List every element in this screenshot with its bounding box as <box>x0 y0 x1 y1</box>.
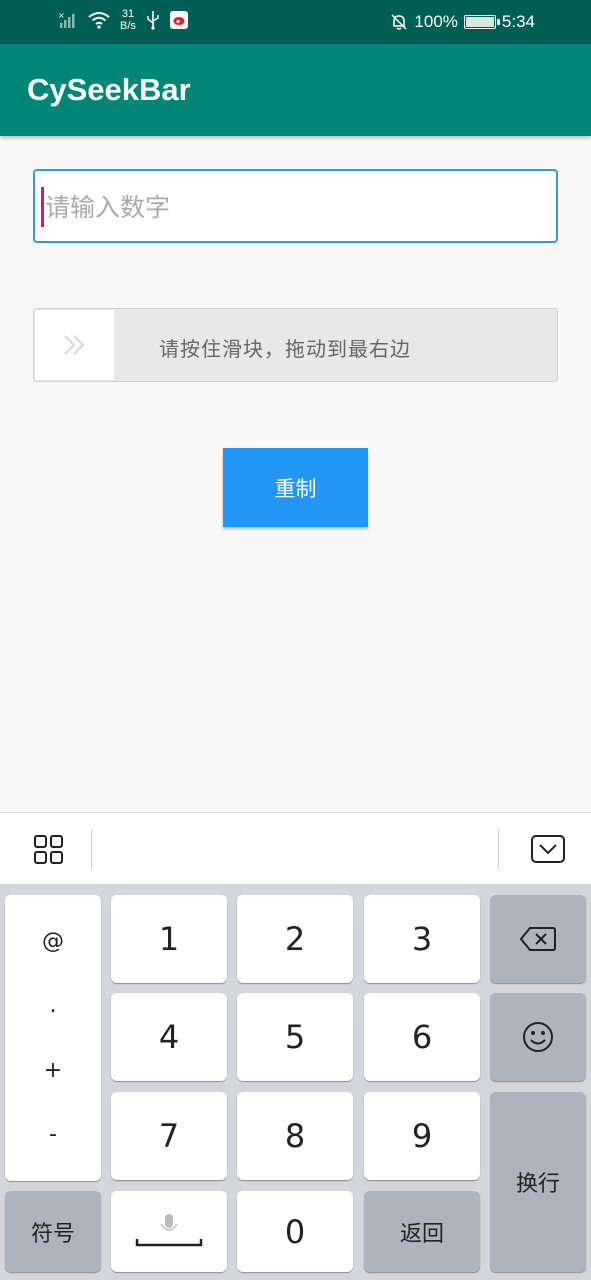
svg-text:×: × <box>58 11 65 20</box>
numeric-keyboard: @ . + - 1 2 3 4 5 6 7 8 9 换行 符号 0 返回 <box>0 884 591 1280</box>
symbol-column-key[interactable]: @ . + - <box>5 895 101 1181</box>
key-7[interactable]: 7 <box>111 1092 227 1180</box>
slider-thumb[interactable] <box>35 310 114 380</box>
key-2[interactable]: 2 <box>237 895 353 983</box>
text-cursor <box>41 187 44 227</box>
network-speed-value: 31 <box>121 8 135 20</box>
keyboard-toolbar <box>0 812 591 884</box>
key-8[interactable]: 8 <box>237 1092 353 1180</box>
status-right-icons: 100% 5:34 <box>390 12 535 32</box>
app-title: CySeekBar <box>27 72 191 107</box>
double-chevron-right-icon <box>63 335 85 355</box>
wifi-icon <box>88 12 110 29</box>
number-input[interactable] <box>45 189 525 225</box>
key-3[interactable]: 3 <box>364 895 480 983</box>
key-4[interactable]: 4 <box>111 993 227 1081</box>
seek-slider[interactable]: 请按住滑块，拖动到最右边 <box>33 308 558 382</box>
enter-key[interactable]: 换行 <box>490 1092 586 1272</box>
smiley-icon <box>523 1022 553 1052</box>
key-at[interactable]: @ <box>42 929 64 954</box>
reset-button[interactable]: 重制 <box>223 448 368 527</box>
key-1[interactable]: 1 <box>111 895 227 983</box>
emoji-key[interactable] <box>490 993 586 1081</box>
battery-icon <box>463 15 500 29</box>
key-dot[interactable]: . <box>50 993 57 1018</box>
symbols-key[interactable]: 符号 <box>5 1191 101 1272</box>
slider-hint: 请按住滑块，拖动到最右边 <box>159 337 411 361</box>
backspace-icon <box>519 927 556 951</box>
microphone-space-icon <box>135 1213 203 1246</box>
battery-percent: 100% <box>414 12 458 31</box>
mute-bell-icon <box>391 14 407 30</box>
number-input-container[interactable] <box>33 169 558 243</box>
key-9[interactable]: 9 <box>364 1092 480 1180</box>
network-speed: 31 B/s <box>120 8 136 32</box>
key-minus[interactable]: - <box>49 1122 57 1147</box>
weibo-icon <box>169 11 188 29</box>
app-bar: CySeekBar <box>0 44 591 136</box>
key-5[interactable]: 5 <box>237 993 353 1081</box>
status-left-icons: × 31 B/s <box>58 8 188 32</box>
key-plus[interactable]: + <box>44 1058 62 1083</box>
grid-menu-icon[interactable] <box>33 834 65 866</box>
toolbar-divider <box>498 829 499 869</box>
toolbar-divider <box>91 829 92 869</box>
backspace-key[interactable] <box>490 895 586 983</box>
usb-icon <box>147 11 159 30</box>
key-6[interactable]: 6 <box>364 993 480 1081</box>
key-0[interactable]: 0 <box>237 1191 353 1272</box>
space-voice-key[interactable] <box>111 1191 227 1272</box>
back-key[interactable]: 返回 <box>364 1191 480 1272</box>
signal-icon: × <box>58 11 75 28</box>
network-speed-unit: B/s <box>120 20 136 32</box>
status-bar: × 31 B/s 100% 5:34 <box>0 0 591 44</box>
hide-keyboard-icon[interactable] <box>530 834 566 864</box>
clock: 5:34 <box>501 12 535 31</box>
